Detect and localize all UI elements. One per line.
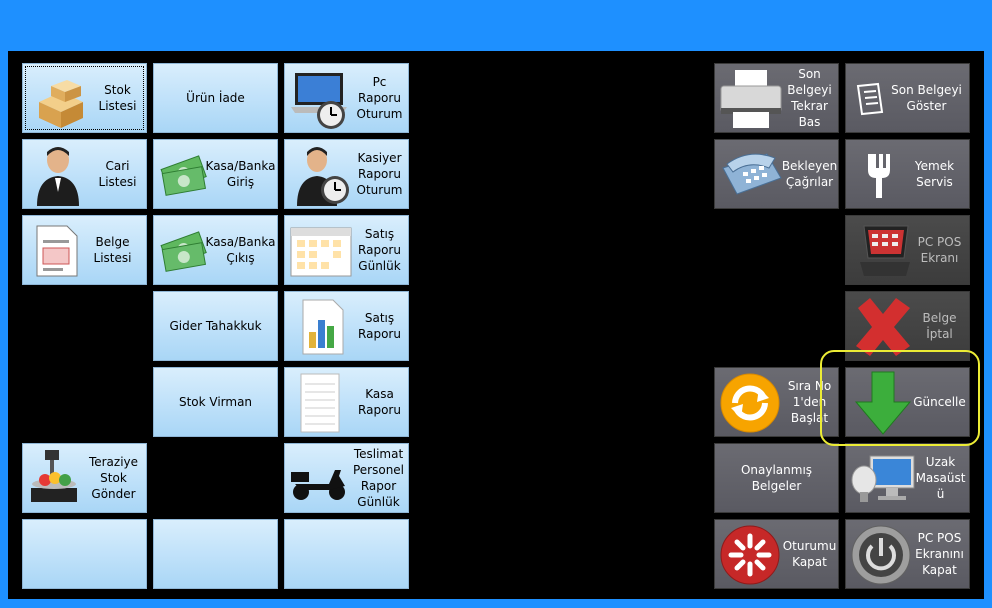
uzak-masaustu-label: Uzak Masaüst ü bbox=[915, 455, 966, 501]
printer-icon bbox=[720, 70, 782, 128]
pc-raporu-oturum-button[interactable]: Pc Raporu Oturum bbox=[284, 63, 409, 133]
refresh-icon bbox=[720, 373, 780, 433]
stok-virman-button[interactable]: Stok Virman bbox=[153, 367, 278, 437]
son-belgeyi-tekrar-bas-label: Son Belgeyi Tekrar Bas bbox=[787, 67, 832, 129]
yemek-servis-label: Yemek Servis bbox=[914, 159, 955, 189]
cari-listesi-button[interactable]: Cari Listesi bbox=[22, 139, 147, 209]
scooter-icon bbox=[291, 470, 345, 500]
satis-raporu-gunluk-label: Satış Raporu Günlük bbox=[358, 227, 401, 273]
stok-virman-label: Stok Virman bbox=[178, 395, 253, 409]
boxes-icon bbox=[39, 80, 83, 128]
money-icon bbox=[160, 231, 207, 272]
bekleyen-cagrilar-button[interactable]: Bekleyen Çağrılar bbox=[714, 139, 839, 209]
kasa-raporu-button[interactable]: Kasa Raporu bbox=[284, 367, 409, 437]
belge-listesi-button[interactable]: Belge Listesi bbox=[22, 215, 147, 285]
yemek-servis-button[interactable]: Yemek Servis bbox=[845, 139, 970, 209]
kasa-raporu-label: Kasa Raporu bbox=[358, 387, 401, 417]
onaylanmis-belgeler-button[interactable]: Onaylanmış Belgeler bbox=[714, 443, 839, 513]
guncelle-highlight bbox=[820, 350, 980, 446]
receipt-icon bbox=[856, 82, 884, 116]
stok-listesi-label: Stok Listesi bbox=[98, 83, 137, 113]
satis-raporu-label: Satış Raporu bbox=[358, 311, 401, 341]
empty-tile-3[interactable] bbox=[284, 519, 409, 589]
scale-icon bbox=[31, 450, 77, 502]
telephone-icon bbox=[722, 153, 782, 195]
pc-raporu-oturum-label: Pc Raporu Oturum bbox=[356, 75, 403, 121]
kasiyer-raporu-oturum-button[interactable]: Kasiyer Raporu Oturum bbox=[284, 139, 409, 209]
pc-pos-kapat-label: PC POS Ekranını Kapat bbox=[915, 531, 964, 577]
belge-listesi-label: Belge Listesi bbox=[93, 235, 132, 265]
urun-iade-label: Ürün İade bbox=[186, 91, 245, 105]
teraziye-stok-gonder-label: Teraziye Stok Gönder bbox=[88, 455, 139, 501]
money-icon bbox=[160, 155, 207, 196]
power-icon bbox=[851, 525, 911, 585]
person-clock-icon bbox=[297, 147, 349, 206]
satis-raporu-button[interactable]: Satış Raporu bbox=[284, 291, 409, 361]
son-belgeyi-goster-button[interactable]: Son Belgeyi Göster bbox=[845, 63, 970, 133]
pc-pos-ekrani-label: PC POS Ekranı bbox=[917, 235, 962, 265]
person-icon bbox=[37, 147, 79, 206]
empty-tile-1[interactable] bbox=[22, 519, 147, 589]
teslimat-personel-label: Teslimat Personel Rapor Günlük bbox=[352, 447, 405, 509]
kasa-banka-giris-label: Kasa/Banka Giriş bbox=[205, 159, 276, 189]
teraziye-stok-gonder-button[interactable]: Teraziye Stok Gönder bbox=[22, 443, 147, 513]
kasa-banka-giris-button[interactable]: Kasa/Banka Giriş bbox=[153, 139, 278, 209]
fork-icon bbox=[868, 154, 890, 198]
cari-listesi-label: Cari Listesi bbox=[98, 159, 137, 189]
oturumu-kapat-label: Oturumu Kapat bbox=[782, 539, 837, 569]
pc-pos-kapat-button[interactable]: PC POS Ekranını Kapat bbox=[845, 519, 970, 589]
red-x-icon bbox=[856, 298, 910, 356]
kasa-banka-cikis-label: Kasa/Banka Çıkış bbox=[205, 235, 276, 265]
oturumu-kapat-button[interactable]: Oturumu Kapat bbox=[714, 519, 839, 589]
notepad-icon bbox=[300, 373, 340, 433]
onaylanmis-belgeler-label: Onaylanmış Belgeler bbox=[740, 463, 813, 493]
logout-icon bbox=[720, 525, 780, 585]
kasiyer-raporu-oturum-label: Kasiyer Raporu Oturum bbox=[356, 151, 403, 197]
kasa-banka-cikis-button[interactable]: Kasa/Banka Çıkış bbox=[153, 215, 278, 285]
calendar-icon bbox=[290, 227, 352, 277]
gider-tahakkuk-button[interactable]: Gider Tahakkuk bbox=[153, 291, 278, 361]
remote-desktop-icon bbox=[851, 455, 915, 502]
urun-iade-button[interactable]: Ürün İade bbox=[153, 63, 278, 133]
pc-pos-ekrani-button[interactable]: PC POS Ekranı bbox=[845, 215, 970, 285]
laptop-clock-icon bbox=[291, 73, 347, 129]
gider-tahakkuk-label: Gider Tahakkuk bbox=[169, 319, 262, 333]
bekleyen-cagrilar-label: Bekleyen Çağrılar bbox=[781, 159, 838, 189]
teslimat-personel-button[interactable]: Teslimat Personel Rapor Günlük bbox=[284, 443, 409, 513]
document-icon bbox=[36, 225, 78, 277]
son-belgeyi-tekrar-bas-button[interactable]: Son Belgeyi Tekrar Bas bbox=[714, 63, 839, 133]
bar-chart-icon bbox=[302, 299, 344, 355]
son-belgeyi-goster-label: Son Belgeyi Göster bbox=[891, 83, 962, 113]
stok-listesi-button[interactable]: Stok Listesi bbox=[22, 63, 147, 133]
satis-raporu-gunluk-button[interactable]: Satış Raporu Günlük bbox=[284, 215, 409, 285]
pos-terminal-icon bbox=[860, 225, 910, 276]
uzak-masaustu-button[interactable]: Uzak Masaüst ü bbox=[845, 443, 970, 513]
empty-tile-2[interactable] bbox=[153, 519, 278, 589]
